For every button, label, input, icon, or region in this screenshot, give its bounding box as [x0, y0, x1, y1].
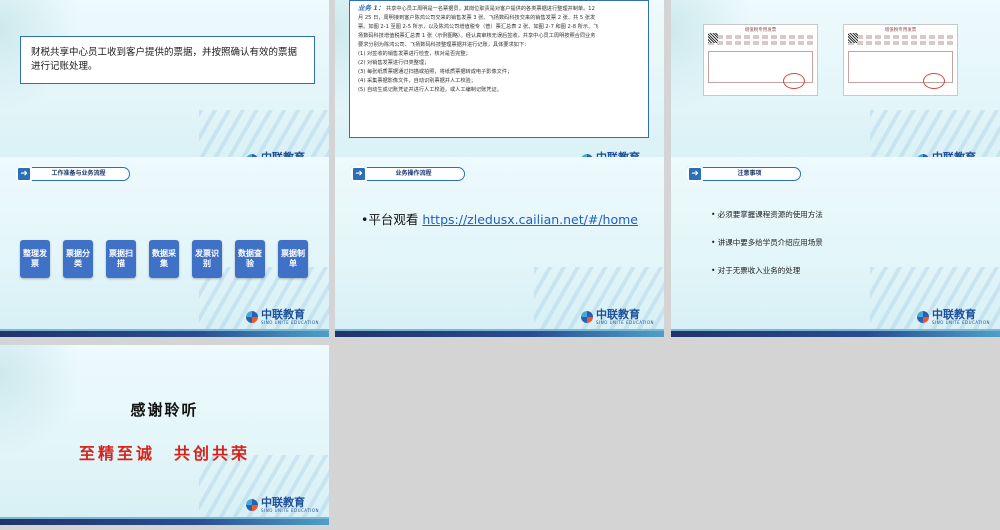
slide-thumbnail-7[interactable]: 感谢聆听 至精至诚 共创共荣 中联教育 SINO UNITE EDUCATION — [0, 345, 329, 525]
process-step: 票据扫描 — [106, 240, 136, 278]
process-flow: 整理发票 票据分类 票据扫描 数据采集 发票识别 数据查验 票据制单 — [20, 240, 308, 278]
motto-text: 至精至诚 共创共荣 — [78, 444, 250, 463]
invoice-stamp-icon — [923, 73, 945, 89]
brand-logo: 中联教育SINO UNITE EDUCATION — [246, 309, 319, 325]
note-item: • 必须要掌握课程资源的使用方法 — [711, 210, 823, 219]
section-header: ➜ 注意事项 — [687, 166, 801, 182]
brand-logo: 中联教育SINO UNITE EDUCATION — [581, 309, 654, 325]
brand-logo: 中联教育SINO UNITE EDUCATION — [246, 497, 319, 513]
task-tag: 业务 1： — [358, 4, 385, 12]
qr-code-icon — [848, 33, 858, 43]
brand-logo: 中联教育SINO UNITE EDUCATION — [917, 309, 990, 325]
task-description-box: 业务 1： 共享中心员工周明是一名票据员，其岗位职责是对客户提供的各类票据进行整… — [349, 0, 649, 138]
platform-link-line: •平台观看 https://zledusx.cailian.net/#/home — [361, 212, 638, 227]
process-step: 票据制单 — [278, 240, 308, 278]
slide-thumbnail-1[interactable]: 财税共享中心员工收到客户提供的票据，并按照确认有效的票据进行记账处理。 中联教育… — [0, 0, 329, 180]
arrow-icon: ➜ — [351, 166, 367, 182]
platform-link[interactable]: https://zledusx.cailian.net/#/home — [422, 212, 638, 227]
process-step: 票据分类 — [63, 240, 93, 278]
arrow-icon: ➜ — [16, 166, 32, 182]
slide-thumbnail-6[interactable]: ➜ 注意事项 • 必须要掌握课程资源的使用方法 • 讲课中要多给学员介绍应用场景… — [671, 157, 1000, 337]
invoice-image-2: 增值税专用发票 — [843, 24, 958, 96]
scenario-text: 财税共享中心员工收到客户提供的票据，并按照确认有效的票据进行记账处理。 — [31, 47, 298, 72]
process-step: 发票识别 — [192, 240, 222, 278]
logo-icon — [246, 499, 258, 511]
slide-thumbnail-4[interactable]: ➜ 工作准备与业务流程 整理发票 票据分类 票据扫描 数据采集 发票识别 数据查… — [0, 157, 329, 337]
section-header: ➜ 业务操作流程 — [351, 166, 465, 182]
process-step: 数据查验 — [235, 240, 265, 278]
note-item: • 对于无票收入业务的处理 — [711, 266, 801, 275]
logo-icon — [581, 311, 593, 323]
section-header: ➜ 工作准备与业务流程 — [16, 166, 130, 182]
slide-thumbnail-3[interactable]: 增值税专用发票 增值税专用发票 中联教育SINO UNITE EDUCATION — [671, 0, 1000, 180]
scenario-text-box: 财税共享中心员工收到客户提供的票据，并按照确认有效的票据进行记账处理。 — [20, 36, 315, 84]
process-step: 整理发票 — [20, 240, 50, 278]
invoice-image-1: 增值税专用发票 — [703, 24, 818, 96]
logo-icon — [246, 311, 258, 323]
slide-grid: 财税共享中心员工收到客户提供的票据，并按照确认有效的票据进行记账处理。 中联教育… — [0, 0, 1000, 530]
slide-thumbnail-5[interactable]: ➜ 业务操作流程 •平台观看 https://zledusx.cailian.n… — [335, 157, 664, 337]
process-step: 数据采集 — [149, 240, 179, 278]
invoice-stamp-icon — [783, 73, 805, 89]
arrow-icon: ➜ — [687, 166, 703, 182]
thanks-title: 感谢聆听 — [130, 401, 199, 419]
qr-code-icon — [708, 33, 718, 43]
note-item: • 讲课中要多给学员介绍应用场景 — [711, 238, 823, 247]
notes-list: • 必须要掌握课程资源的使用方法 • 讲课中要多给学员介绍应用场景 • 对于无票… — [711, 209, 823, 293]
logo-icon — [917, 311, 929, 323]
slide-thumbnail-2[interactable]: 业务 1： 共享中心员工周明是一名票据员，其岗位职责是对客户提供的各类票据进行整… — [335, 0, 664, 180]
